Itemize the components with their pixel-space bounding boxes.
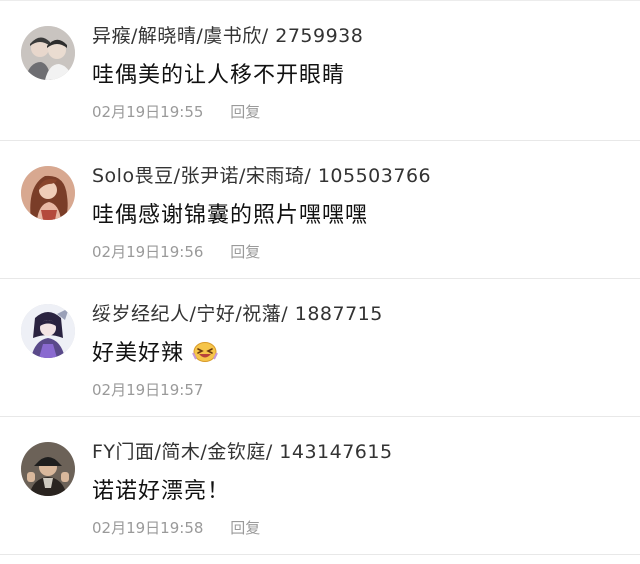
- comment-text: 哇偶美的让人移不开眼睛: [92, 63, 346, 88]
- avatar-anime-character-icon: [21, 304, 75, 358]
- user-avatar[interactable]: [21, 166, 75, 220]
- comment-meta: 02月19日19:58 回复: [92, 517, 260, 538]
- comment-time: 02月19日19:55: [92, 103, 204, 121]
- comment-text: 诺诺好漂亮！: [92, 479, 231, 504]
- reply-button[interactable]: 回复: [230, 243, 260, 261]
- comment-text-body: 好美好辣: [92, 341, 185, 366]
- reply-button[interactable]: 回复: [230, 519, 260, 537]
- user-avatar[interactable]: [21, 304, 75, 358]
- comment-item: 绥岁经纪人/宁好/祝藩/ 1887715 好美好辣 02月19日19:57: [0, 279, 640, 417]
- comment-item: 异瘊/解晓晴/虞书欣/ 2759938 哇偶美的让人移不开眼睛 02月19日19…: [0, 0, 640, 141]
- comment-time: 02月19日19:56: [92, 243, 204, 261]
- comment-list: 异瘊/解晓晴/虞书欣/ 2759938 哇偶美的让人移不开眼睛 02月19日19…: [0, 0, 640, 555]
- user-avatar[interactable]: [21, 26, 75, 80]
- comment-time: 02月19日19:58: [92, 519, 204, 537]
- comment-text: 哇偶感谢锦囊的照片嘿嘿嘿: [92, 203, 369, 228]
- username[interactable]: 异瘊/解晓晴/虞书欣/ 2759938: [92, 21, 363, 48]
- username[interactable]: Solo畏豆/张尹诺/宋雨琦/ 105503766: [92, 161, 431, 188]
- avatar-woman-longhair-icon: [21, 166, 75, 220]
- comment-meta: 02月19日19:55 回复: [92, 101, 260, 122]
- comment-time: 02月19日19:57: [92, 381, 204, 399]
- comment-meta: 02月19日19:56 回复: [92, 241, 260, 262]
- user-avatar[interactable]: [21, 442, 75, 496]
- comment-text: 好美好辣: [92, 335, 218, 367]
- username[interactable]: FY门面/简木/金钦庭/ 143147615: [92, 437, 393, 464]
- avatar-man-cap-icon: [21, 442, 75, 496]
- username[interactable]: 绥岁经纪人/宁好/祝藩/ 1887715: [92, 299, 383, 326]
- comment-meta: 02月19日19:57: [92, 379, 203, 400]
- avatar-two-people-icon: [21, 26, 75, 80]
- comment-item: FY门面/简木/金钦庭/ 143147615 诺诺好漂亮！ 02月19日19:5…: [0, 417, 640, 555]
- laughing-emoji-icon: [192, 341, 218, 363]
- comment-item: Solo畏豆/张尹诺/宋雨琦/ 105503766 哇偶感谢锦囊的照片嘿嘿嘿 0…: [0, 141, 640, 279]
- reply-button[interactable]: 回复: [230, 103, 260, 121]
